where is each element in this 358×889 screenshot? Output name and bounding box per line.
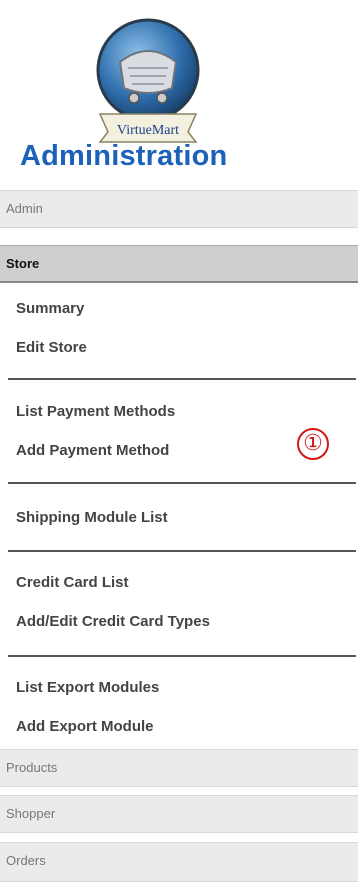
- separator: [8, 378, 356, 380]
- svg-text:VirtueMart: VirtueMart: [117, 123, 179, 138]
- link-add-edit-credit-card-types[interactable]: Add/Edit Credit Card Types: [16, 613, 210, 630]
- link-add-export-module[interactable]: Add Export Module: [16, 718, 154, 735]
- link-list-export-modules[interactable]: List Export Modules: [16, 679, 159, 696]
- separator: [8, 550, 356, 552]
- link-list-payment-methods[interactable]: List Payment Methods: [16, 403, 175, 420]
- link-edit-store[interactable]: Edit Store: [16, 339, 87, 356]
- section-store[interactable]: Store: [0, 245, 358, 283]
- virtuemart-logo: VirtueMart: [92, 10, 204, 150]
- section-orders[interactable]: Orders: [0, 842, 358, 882]
- link-credit-card-list[interactable]: Credit Card List: [16, 574, 129, 591]
- page-title: Administration: [20, 140, 228, 172]
- link-summary[interactable]: Summary: [16, 300, 84, 317]
- section-admin[interactable]: Admin: [0, 190, 358, 228]
- admin-header: VirtueMart Administration: [0, 0, 358, 190]
- section-products[interactable]: Products: [0, 749, 358, 787]
- separator: [8, 655, 356, 657]
- section-shopper[interactable]: Shopper: [0, 795, 358, 833]
- link-add-payment-method[interactable]: Add Payment Method: [16, 442, 169, 459]
- link-shipping-module-list[interactable]: Shipping Module List: [16, 509, 168, 526]
- annotation-marker: ①: [297, 428, 329, 460]
- separator: [8, 482, 356, 484]
